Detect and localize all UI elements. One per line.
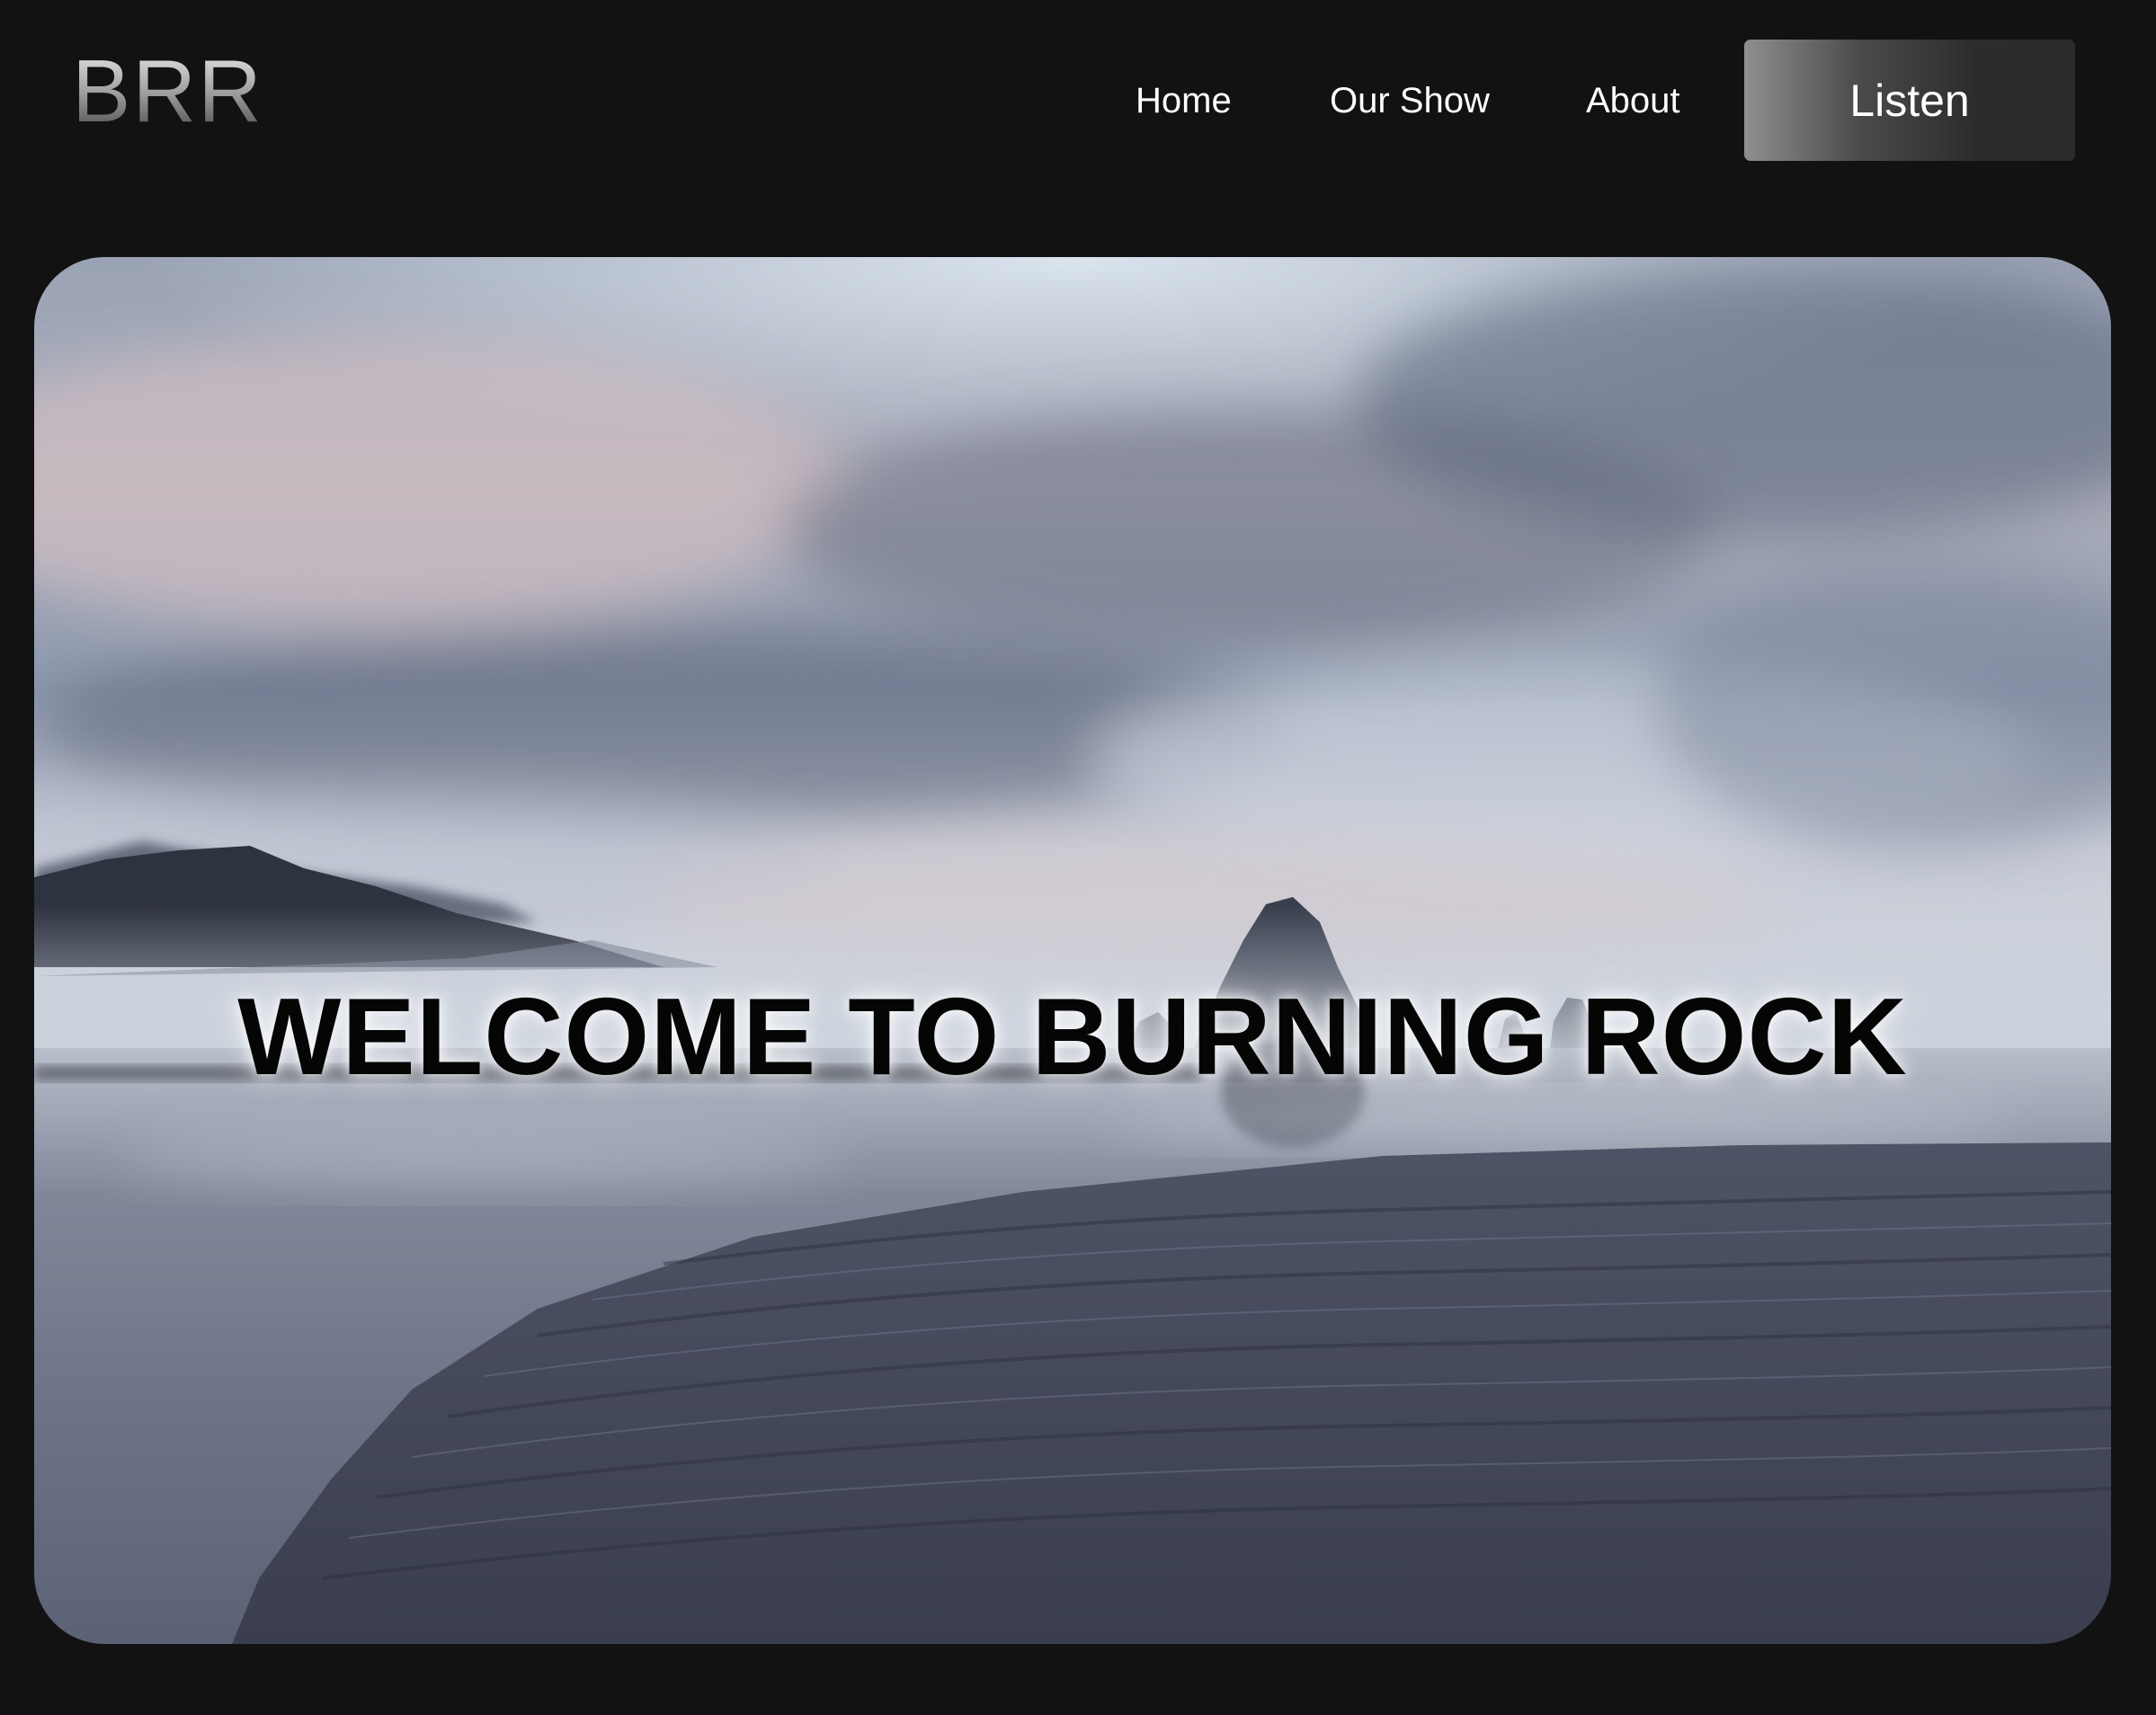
listen-button[interactable]: Listen [1744,40,2075,161]
site-logo[interactable]: BRR [72,47,263,135]
nav-link-home[interactable]: Home [1136,79,1232,122]
hero-title: WELCOME TO BURNING ROCK [237,974,1908,1097]
nav-link-our-show[interactable]: Our Show [1330,79,1490,122]
hero-banner: WELCOME TO BURNING ROCK [34,257,2111,1644]
nav-link-about[interactable]: About [1586,79,1680,122]
hero-background-image [34,257,2111,1644]
